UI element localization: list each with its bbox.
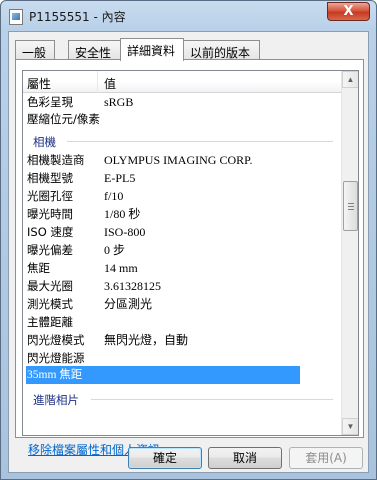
property-value: 14 mm	[104, 261, 138, 275]
list-item[interactable]: 光圈孔徑 f/10	[23, 187, 341, 205]
property-name: 閃光燈能源	[27, 351, 85, 365]
column-header-property[interactable]: 屬性	[27, 75, 51, 92]
tab-general[interactable]: 一般	[15, 40, 55, 60]
property-name: 35mm 焦距	[27, 369, 83, 381]
property-name: 曝光偏差	[27, 243, 73, 257]
list-item[interactable]: 測光模式 分區測光	[23, 295, 341, 313]
group-header-camera: 相機	[23, 131, 341, 149]
property-list[interactable]: 屬性 值 色彩呈現 sRGB 壓縮位元/像素 相機 相機製造商 OLYMPUS …	[22, 70, 359, 436]
property-value: sRGB	[104, 95, 134, 109]
list-item[interactable]: 閃光燈模式 無閃光燈，自動	[23, 331, 341, 349]
scroll-up-icon[interactable]: ▲	[342, 71, 358, 88]
property-name: 焦距	[27, 261, 50, 275]
list-item[interactable]: 曝光時間 1/80 秒	[23, 205, 341, 223]
apply-button[interactable]: 套用(A)	[289, 447, 363, 469]
list-item[interactable]: 相機製造商 OLYMPUS IMAGING CORP.	[23, 151, 341, 169]
column-header-value[interactable]: 值	[104, 75, 116, 92]
property-name: 相機製造商	[27, 153, 85, 167]
list-item[interactable]: 相機型號 E-PL5	[23, 169, 341, 187]
vertical-scrollbar[interactable]: ▲ ▼	[341, 71, 358, 435]
group-label: 進階相片	[33, 393, 79, 407]
property-value: f/10	[104, 189, 124, 203]
property-name: 最大光圈	[27, 279, 73, 293]
property-name: 測光模式	[27, 297, 73, 311]
property-value: OLYMPUS IMAGING CORP.	[104, 153, 253, 167]
list-item-selected[interactable]: 35mm 焦距	[26, 366, 300, 384]
grip-line	[348, 206, 354, 207]
property-value: 分區測光	[104, 297, 153, 311]
window-title: P1155551 - 內容	[29, 10, 126, 24]
group-divider	[67, 141, 333, 142]
list-item[interactable]: 曝光偏差 0 步	[23, 241, 341, 259]
property-value: ISO-800	[104, 225, 146, 239]
file-icon	[9, 9, 23, 25]
scroll-thumb[interactable]	[343, 181, 358, 231]
group-label: 相機	[33, 135, 56, 149]
close-button[interactable]: X	[327, 2, 370, 21]
tab-previous-versions[interactable]: 以前的版本	[183, 40, 260, 60]
list-item[interactable]: 壓縮位元/像素	[23, 110, 341, 128]
title-bar[interactable]: P1155551 - 內容 X	[1, 1, 376, 31]
list-item[interactable]: ISO 速度 ISO-800	[23, 223, 341, 241]
column-separator[interactable]	[97, 71, 98, 93]
property-value: 無閃光燈，自動	[104, 333, 189, 347]
tab-security[interactable]: 安全性	[68, 40, 122, 60]
property-value: 3.61328125	[104, 279, 161, 293]
property-name: 相機型號	[27, 171, 73, 185]
list-item[interactable]: 色彩呈現 sRGB	[23, 93, 341, 111]
cancel-button[interactable]: 取消	[208, 447, 282, 469]
list-item[interactable]: 主體距離	[23, 313, 341, 331]
dialog-client: 一般 安全性 詳細資料 以前的版本 屬性 值 色彩呈現 sRGB 壓縮位元/像素…	[8, 31, 369, 473]
list-header: 屬性 值	[23, 71, 341, 93]
grip-line	[348, 209, 354, 210]
property-name: 光圈孔徑	[27, 189, 73, 203]
properties-window: P1155551 - 內容 X 一般 安全性 詳細資料 以前的版本 屬性 值 色…	[0, 0, 377, 480]
property-name: 曝光時間	[27, 207, 73, 221]
property-name: 閃光燈模式	[27, 333, 85, 347]
scroll-down-icon[interactable]: ▼	[342, 418, 358, 435]
list-item[interactable]: 閃光燈能源	[23, 349, 341, 367]
grip-line	[348, 203, 354, 204]
ok-button[interactable]: 確定	[128, 447, 202, 469]
list-item[interactable]: 最大光圈 3.61328125	[23, 277, 341, 295]
property-value: 0 步	[104, 243, 126, 257]
property-value: 1/80 秒	[104, 207, 141, 221]
property-value: E-PL5	[104, 171, 136, 185]
details-panel: 屬性 值 色彩呈現 sRGB 壓縮位元/像素 相機 相機製造商 OLYMPUS …	[15, 59, 364, 438]
group-divider	[91, 399, 333, 400]
group-header-advanced-photo: 進階相片	[23, 389, 341, 407]
property-name: 主體距離	[27, 315, 73, 329]
list-item[interactable]: 焦距 14 mm	[23, 259, 341, 277]
property-name: ISO 速度	[27, 225, 74, 239]
tab-details[interactable]: 詳細資料	[120, 38, 184, 61]
property-name: 色彩呈現	[27, 95, 73, 109]
property-name: 壓縮位元/像素	[27, 112, 100, 126]
